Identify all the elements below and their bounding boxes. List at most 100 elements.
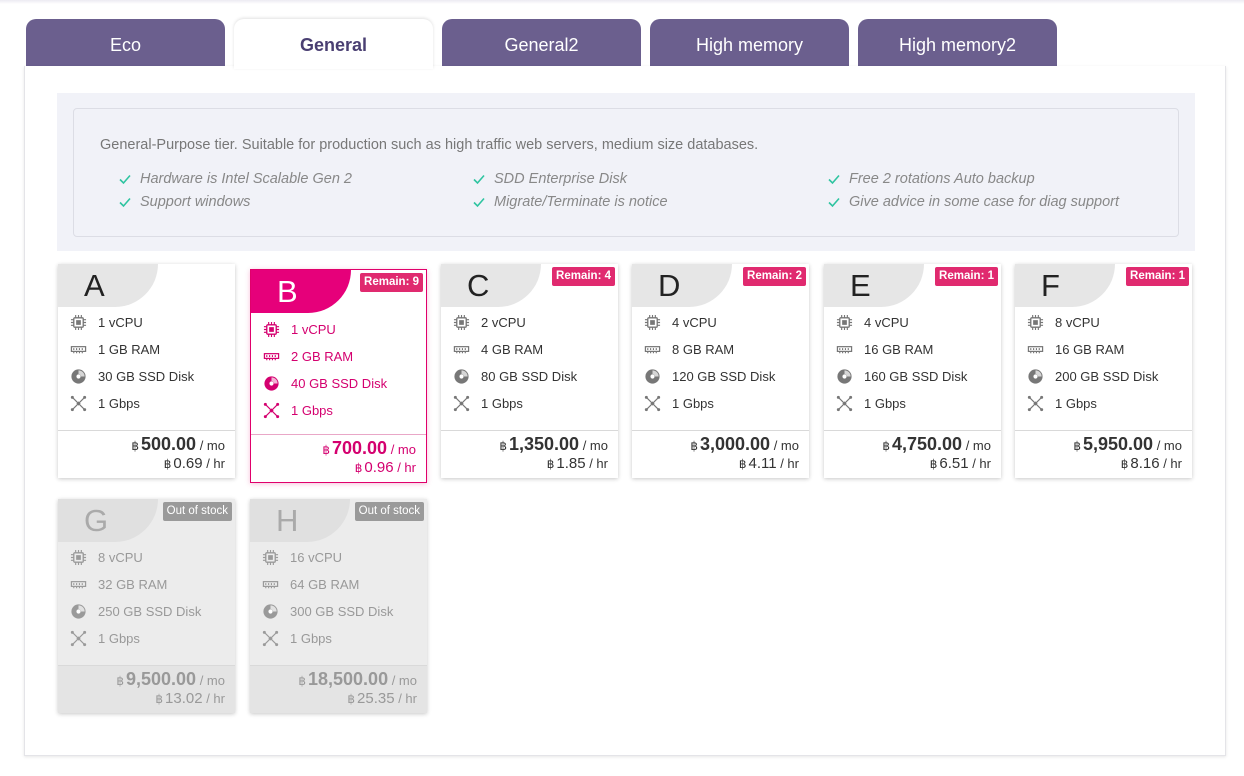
spec-net: 1 Gbps	[70, 628, 140, 648]
ram-icon	[836, 341, 853, 358]
per-hour-label: / hr	[397, 460, 416, 475]
plan-letter-bg	[824, 264, 924, 307]
check-icon	[828, 174, 840, 185]
spec-ram: 32 GB RAM	[70, 574, 167, 594]
price-hourly: ฿ 1.85 / hr	[547, 455, 608, 472]
top-border	[0, 0, 1244, 4]
price-hourly: ฿ 8.16 / hr	[1121, 455, 1182, 472]
tier-info-section: General-Purpose tier. Suitable for produ…	[57, 93, 1195, 251]
plan-card-a[interactable]: A1 vCPU 1 GB RAM 30 GB SSD Disk 1 Gbps ฿ 500.…	[58, 264, 235, 478]
disk-icon	[263, 375, 280, 392]
price-monthly: ฿ 5,950.00 / mo	[1073, 434, 1182, 455]
price-hourly-amount: 0.69	[173, 455, 203, 472]
disk-icon	[1027, 368, 1044, 385]
tab-high-memory2[interactable]: High memory2	[858, 19, 1057, 67]
tab-high-memory[interactable]: High memory	[650, 19, 849, 67]
spec-ram: 4 GB RAM	[453, 339, 543, 359]
ram-icon	[453, 341, 470, 358]
plan-card-f[interactable]: F Remain: 1 8 vCPU 16 GB RAM 200 GB SSD Disk…	[1015, 264, 1192, 478]
spec-ram: 64 GB RAM	[262, 574, 359, 594]
per-month-label: / mo	[1156, 438, 1182, 453]
plan-letter: B	[277, 274, 298, 309]
spec-value: 160 GB SSD Disk	[864, 368, 968, 384]
spec-value: 30 GB SSD Disk	[98, 368, 195, 384]
currency-symbol: ฿	[882, 439, 890, 453]
currency-symbol: ฿	[131, 439, 140, 453]
remain-badge: Remain: 9	[360, 273, 423, 292]
plan-card-c[interactable]: C Remain: 4 2 vCPU 4 GB RAM 80 GB SSD Disk 1 …	[441, 264, 618, 478]
spec-value: 120 GB SSD Disk	[672, 368, 776, 384]
price-monthly: ฿ 500.00 / mo	[131, 434, 225, 455]
spec-value: 1 Gbps	[481, 395, 523, 411]
price-monthly-amount: 9,500.00	[126, 669, 197, 689]
check-icon	[119, 174, 131, 185]
disk-icon	[70, 603, 87, 620]
plan-letter: H	[276, 503, 299, 538]
spec-cpu: 1 vCPU	[70, 312, 143, 332]
plan-letter-bg	[1015, 264, 1115, 307]
price-hourly-amount: 13.02	[165, 690, 203, 707]
feature-label: SDD Enterprise Disk	[494, 171, 627, 187]
price-hourly: ฿ 25.35 / hr	[347, 690, 417, 707]
feature-item: Give advice in some case for diag suppor…	[827, 194, 1119, 210]
cpu-icon	[262, 549, 279, 566]
plan-letter: F	[1041, 268, 1060, 303]
spec-cpu: 4 vCPU	[836, 312, 909, 332]
plan-card-e[interactable]: E Remain: 1 4 vCPU 16 GB RAM 160 GB SSD Disk…	[824, 264, 1001, 478]
price-monthly-amount: 4,750.00	[892, 434, 963, 454]
feature-label: Free 2 rotations Auto backup	[849, 171, 1035, 187]
spec-value: 80 GB SSD Disk	[481, 368, 578, 384]
cpu-icon	[836, 314, 853, 331]
price-hourly: ฿ 0.69 / hr	[164, 455, 225, 472]
spec-cpu: 1 vCPU	[263, 319, 336, 339]
per-hour-label: / hr	[206, 456, 225, 471]
price-hourly: ฿ 4.11 / hr	[739, 455, 799, 472]
network-icon	[263, 402, 280, 419]
price-monthly: ฿ 9,500.00 / mo	[116, 669, 225, 690]
network-icon	[453, 395, 470, 412]
spec-cpu: 2 vCPU	[453, 312, 526, 332]
cpu-icon	[70, 549, 87, 566]
price-area: ฿ 4,750.00 / mo ฿ 6.51 / hr	[824, 431, 1001, 478]
feature-label: Migrate/Terminate is notice	[494, 194, 668, 210]
spec-disk: 40 GB SSD Disk	[263, 373, 387, 393]
currency-symbol: ฿	[1120, 457, 1129, 471]
check-icon	[119, 197, 131, 208]
currency-symbol: ฿	[116, 674, 124, 688]
plan-card-b[interactable]: B Remain: 9 1 vCPU 2 GB RAM 40 GB SSD Disk 1 …	[250, 269, 427, 483]
remain-badge: Remain: 1	[1126, 267, 1189, 286]
spec-value: 2 GB RAM	[291, 348, 354, 364]
spec-value: 1 Gbps	[1055, 395, 1097, 411]
price-monthly: ฿ 18,500.00 / mo	[298, 669, 417, 690]
feature-label: Give advice in some case for diag suppor…	[849, 194, 1119, 210]
currency-symbol: ฿	[1073, 439, 1081, 453]
disk-icon	[644, 368, 661, 385]
cpu-icon	[644, 314, 661, 331]
spec-value: 32 GB RAM	[98, 576, 168, 592]
spec-value: 16 GB RAM	[1055, 341, 1125, 357]
per-hour-label: / hr	[780, 456, 799, 471]
tab-eco[interactable]: Eco	[26, 19, 225, 67]
price-area: ฿ 700.00 / mo ฿ 0.96 / hr	[251, 435, 426, 482]
disk-icon	[453, 368, 470, 385]
price-hourly-amount: 8.16	[1130, 455, 1160, 472]
spec-net: 1 Gbps	[1027, 393, 1097, 413]
spec-value: 4 vCPU	[864, 314, 909, 330]
cpu-icon	[1027, 314, 1044, 331]
plan-letter-bg	[251, 270, 351, 313]
spec-value: 40 GB SSD Disk	[291, 375, 388, 391]
tab-general[interactable]: General	[234, 19, 433, 69]
spec-net: 1 Gbps	[70, 393, 140, 413]
spec-disk: 300 GB SSD Disk	[262, 601, 393, 621]
check-icon	[473, 174, 485, 185]
tab-general2[interactable]: General2	[442, 19, 641, 67]
plan-letter-bg	[632, 264, 732, 307]
price-area: ฿ 500.00 / mo ฿ 0.69 / hr	[58, 431, 235, 478]
currency-symbol: ฿	[929, 457, 938, 471]
spec-cpu: 4 vCPU	[644, 312, 717, 332]
feature-item: Hardware is Intel Scalable Gen 2	[118, 171, 352, 187]
price-hourly-amount: 0.96	[364, 459, 394, 476]
ram-icon	[644, 341, 661, 358]
spec-value: 8 vCPU	[1055, 314, 1100, 330]
plan-card-d[interactable]: D Remain: 2 4 vCPU 8 GB RAM 120 GB SSD Disk 1…	[632, 264, 809, 478]
